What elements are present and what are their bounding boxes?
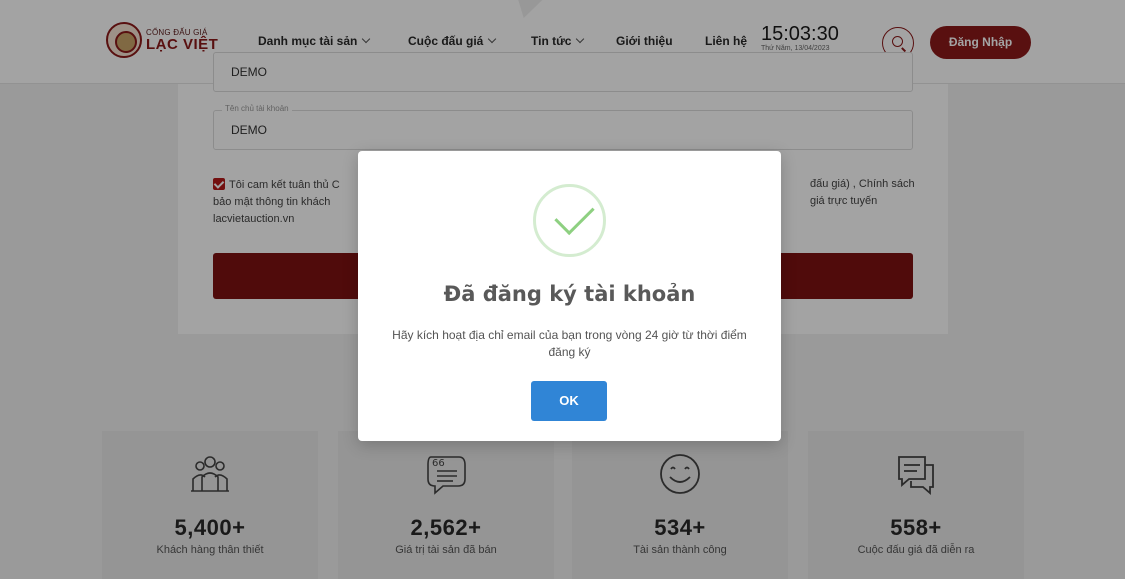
ok-button[interactable]: OK <box>531 381 607 421</box>
dialog-title: Đã đăng ký tài khoản <box>443 282 696 306</box>
success-check-icon <box>533 184 606 257</box>
checkmark-icon <box>554 194 595 236</box>
registration-success-dialog: Đã đăng ký tài khoản Hãy kích hoạt địa c… <box>358 151 781 441</box>
dialog-message: Hãy kích hoạt địa chỉ email của bạn tron… <box>392 328 747 359</box>
